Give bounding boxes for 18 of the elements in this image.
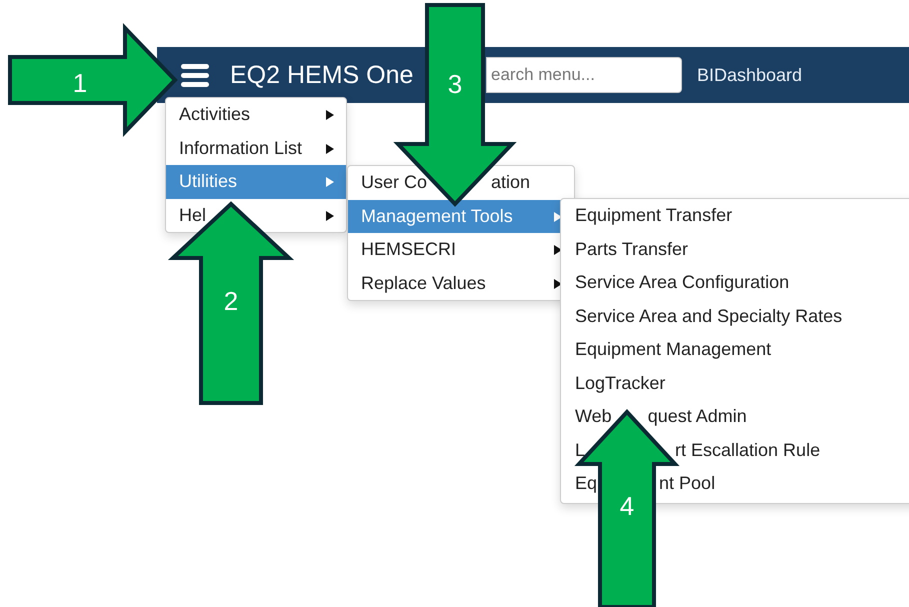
menu-item[interactable]: Equipment Management bbox=[561, 333, 909, 366]
callout-number: 4 bbox=[620, 491, 634, 521]
menu-item[interactable]: Web quest Admin bbox=[561, 400, 909, 434]
menu-icon[interactable] bbox=[181, 63, 209, 87]
menu-item[interactable]: Utilities bbox=[166, 165, 346, 198]
callout-number: 1 bbox=[72, 68, 88, 98]
menu-item[interactable]: Activities bbox=[166, 98, 346, 132]
callout-number: 3 bbox=[448, 69, 462, 99]
menu-item[interactable]: Information List bbox=[166, 132, 346, 165]
callout-number: 2 bbox=[224, 286, 238, 316]
menu-item[interactable]: L rt Escallation Rule bbox=[561, 434, 909, 467]
menu-item[interactable]: User Co ation bbox=[348, 166, 574, 200]
dashboard-link[interactable]: BIDashboard bbox=[697, 64, 802, 86]
search-field[interactable]: earch menu... bbox=[486, 57, 682, 93]
menu-item[interactable]: LogTracker bbox=[561, 366, 909, 400]
menu-item[interactable]: Hel bbox=[166, 198, 346, 232]
app-title: EQ2 HEMS One bbox=[230, 60, 414, 90]
menu-item[interactable]: Service Area and Specialty Rates bbox=[561, 300, 909, 333]
